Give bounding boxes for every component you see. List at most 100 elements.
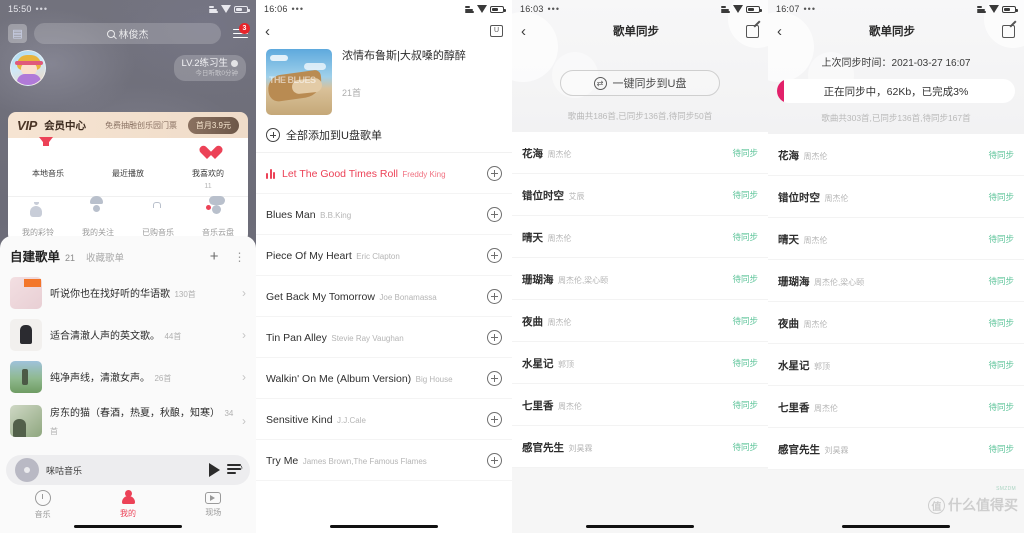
add-playlist-icon[interactable]: + [210, 249, 219, 264]
grid-item-following[interactable]: 我的关注 [68, 205, 128, 238]
add-song-icon[interactable] [487, 288, 502, 304]
edit-icon[interactable] [746, 24, 759, 38]
nav-bar: ‹ [256, 18, 512, 44]
grid-item-purchased[interactable]: 已购音乐 [128, 205, 188, 238]
song-artist: Freddy King [402, 170, 446, 179]
table-row[interactable]: 夜曲 周杰伦 待同步 [768, 302, 1024, 344]
grid-item-recent-played[interactable]: 最近播放 [88, 146, 168, 190]
grid-item-local-music[interactable]: 本地音乐 [8, 137, 88, 190]
song-info: Tin Pan Alley Stevie Ray Vaughan [266, 328, 479, 346]
table-row[interactable]: Get Back My Tomorrow Joe Bonamassa [256, 276, 512, 317]
song-artist: Eric Clapton [356, 252, 400, 261]
vip-cta-button[interactable]: 首月3.9元 [187, 116, 239, 134]
usb-card-icon[interactable] [490, 25, 503, 37]
last-sync-time: 上次同步时间：2021-03-27 16:07 [821, 58, 971, 69]
song-info: 水星记 郭顶 [778, 356, 988, 374]
song-info: 夜曲 周杰伦 [778, 314, 988, 332]
vip-card[interactable]: VIP 会员中心 免费抽融创乐园门票 首月3.9元 [8, 112, 248, 138]
watermark-logo: 值 [928, 496, 945, 514]
sync-to-usb-button[interactable]: 一键同步到U盘 [560, 70, 720, 96]
album-cover[interactable]: THE BLUES [266, 49, 332, 115]
add-song-icon[interactable] [487, 411, 502, 427]
avatar[interactable] [10, 50, 46, 86]
song-artist: 周杰伦 [824, 193, 849, 203]
add-song-icon[interactable] [487, 165, 502, 181]
wifi-icon [477, 5, 487, 13]
table-row[interactable]: 水星记 郭顶 待同步 [512, 342, 768, 384]
tab-self-created[interactable]: 自建歌单 [10, 246, 60, 265]
playlist-count: 44首 [164, 332, 182, 341]
table-row[interactable]: Sensitive Kind J.J.Cale [256, 399, 512, 440]
grid-item-cloud-disk[interactable]: 音乐云盘 [188, 205, 248, 238]
table-row[interactable]: 晴天 周杰伦 待同步 [512, 216, 768, 258]
table-row[interactable]: 晴天 周杰伦 待同步 [768, 218, 1024, 260]
download-icon [39, 137, 57, 164]
table-row[interactable]: Try Me James Brown,The Famous Flames [256, 440, 512, 481]
table-row[interactable]: 水星记 郭顶 待同步 [768, 344, 1024, 386]
edit-icon[interactable] [1002, 24, 1015, 38]
hamburger-menu-icon[interactable]: 3 [228, 22, 250, 43]
tab-mine[interactable]: 我的 [85, 490, 170, 519]
sync-stat-text: 歌曲共186首,已同步136首,待同步50首 [567, 111, 713, 121]
status-badge: 待同步 [732, 441, 758, 452]
tab-live[interactable]: 现场 [171, 490, 256, 518]
playlist-name: 房东的猫（春酒，热夏，秋酿，知寒） [50, 408, 220, 419]
list-item[interactable]: 听说你也在找好听的华语歌 130首 › [0, 272, 256, 314]
status-badge: 待同步 [732, 273, 758, 284]
add-song-icon[interactable] [487, 370, 502, 386]
add-song-icon[interactable] [487, 247, 502, 263]
playlist-header: 自建歌单 21 收藏歌单 + ⋮ [0, 236, 256, 272]
table-row[interactable]: 感官先生 刘昊霖 待同步 [512, 426, 768, 468]
level-badge[interactable]: LV.2练习生 今日听歌0分钟 [173, 55, 246, 81]
song-artist: 周杰伦 [803, 235, 828, 245]
table-row[interactable]: Let The Good Times Roll Freddy King [256, 153, 512, 194]
table-row[interactable]: 七里香 周杰伦 待同步 [512, 384, 768, 426]
table-row[interactable]: 七里香 周杰伦 待同步 [768, 386, 1024, 428]
list-item[interactable]: 适合清澈人声的英文歌。 44首 › [0, 314, 256, 356]
tab-music[interactable]: 音乐 [0, 490, 85, 520]
table-row[interactable]: Tin Pan Alley Stevie Ray Vaughan [256, 317, 512, 358]
more-options-icon[interactable]: ⋮ [234, 250, 247, 264]
table-row[interactable]: 感官先生 刘昊霖 待同步 [768, 428, 1024, 470]
song-title: 花海 [522, 147, 543, 160]
table-row[interactable]: 花海 周杰伦 待同步 [768, 134, 1024, 176]
playlist-icon[interactable] [227, 463, 243, 476]
table-row[interactable]: Piece Of My Heart Eric Clapton [256, 235, 512, 276]
table-row[interactable]: 珊瑚海 周杰伦,梁心颐 待同步 [512, 258, 768, 300]
song-info: 花海 周杰伦 [778, 146, 988, 164]
table-row[interactable]: 花海 周杰伦 待同步 [512, 132, 768, 174]
table-row[interactable]: 珊瑚海 周杰伦,梁心颐 待同步 [768, 260, 1024, 302]
play-icon[interactable] [209, 463, 220, 477]
add-song-icon[interactable] [487, 206, 502, 222]
bell-icon [29, 205, 47, 223]
song-info: Blues Man B.B.King [266, 205, 479, 223]
live-icon [205, 492, 222, 504]
song-info: Try Me James Brown,The Famous Flames [266, 451, 479, 469]
song-artist: Big House [415, 375, 453, 384]
song-info: Sensitive Kind J.J.Cale [266, 410, 479, 428]
status-badge: 待同步 [988, 401, 1014, 412]
grid-item-ringtone[interactable]: 我的彩铃 [8, 205, 68, 238]
chevron-right-icon: › [242, 414, 246, 428]
song-info: Get Back My Tomorrow Joe Bonamassa [266, 287, 479, 305]
back-arrow-icon[interactable]: ‹ [265, 24, 270, 39]
table-row[interactable]: Blues Man B.B.King [256, 194, 512, 235]
table-row[interactable]: 夜曲 周杰伦 待同步 [512, 300, 768, 342]
search-input[interactable]: 林俊杰 [34, 23, 221, 44]
calendar-icon[interactable]: ▤ [8, 24, 27, 43]
mini-player[interactable]: 咪咕音乐 [6, 455, 250, 485]
list-item[interactable]: 纯净声线，清澈女声。 26首 › [0, 356, 256, 398]
tab-collected[interactable]: 收藏歌单 [86, 250, 124, 264]
table-row[interactable]: 错位时空 艾辰 待同步 [512, 174, 768, 216]
table-row[interactable]: Walkin' On Me (Album Version) Big House [256, 358, 512, 399]
add-song-icon[interactable] [487, 329, 502, 345]
song-title: Get Back My Tomorrow [266, 291, 375, 303]
status-right [465, 5, 506, 13]
list-item[interactable]: 房东的猫（春酒，热夏，秋酿，知寒） 34首 › [0, 398, 256, 444]
add-song-icon[interactable] [487, 452, 502, 468]
status-badge: 待同步 [732, 357, 758, 368]
add-all-to-usb-button[interactable]: 全部添加到U盘歌单 [256, 123, 512, 152]
grid-item-favorites[interactable]: 我喜欢的 11 [168, 146, 248, 190]
table-row[interactable]: 错位时空 周杰伦 待同步 [768, 176, 1024, 218]
menu-badge: 3 [239, 22, 250, 34]
